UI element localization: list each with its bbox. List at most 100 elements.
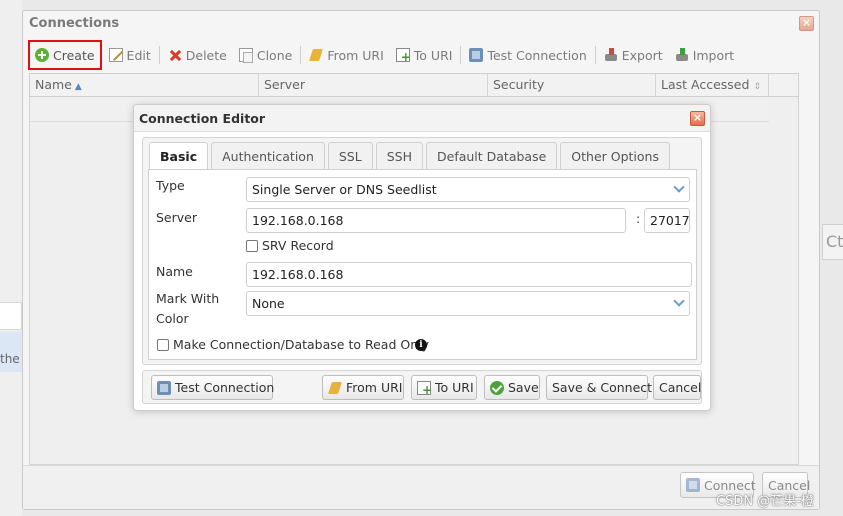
column-header-security[interactable]: Security [488,74,656,96]
editor-to-uri-label: To URI [435,380,474,395]
editor-footer: Test Connection From URI To URI Save Sav… [142,370,702,404]
editor-save-connect-label: Save & Connect [552,380,653,395]
tab-default-database[interactable]: Default Database [426,142,558,170]
connections-toolbar: Create Edit Delete Clone From URI To URI… [28,39,814,71]
editor-test-connection-button[interactable]: Test Connection [151,375,275,400]
editor-cancel-label: Cancel [659,380,702,395]
from-uri-icon [309,48,323,62]
toolbar-separator [594,46,596,64]
tab-ssl[interactable]: SSL [327,142,373,170]
background-left-box [0,302,22,330]
editor-cancel-button[interactable]: Cancel [653,375,701,400]
editor-close-icon[interactable]: × [690,111,705,126]
edit-label: Edit [126,47,151,63]
column-name-label: Name [35,77,72,92]
create-button[interactable]: Create [28,40,102,70]
editor-from-uri-button[interactable]: From URI [322,375,404,400]
sort-ascending-icon: ▲ [74,82,82,92]
srv-record-checkbox[interactable] [246,240,258,252]
toolbar-separator [460,46,462,64]
chevron-down-icon [673,181,685,193]
clone-label: Clone [256,47,293,63]
basic-tab-content: Type Single Server or DNS Seedlist Serve… [148,169,697,360]
type-select[interactable]: Single Server or DNS Seedlist [246,177,690,202]
to-uri-button[interactable]: To URI [391,40,458,70]
from-uri-label: From URI [327,47,384,63]
export-icon [604,48,618,62]
save-check-icon [490,380,504,395]
background-left-text: the [0,352,20,366]
delete-button[interactable]: Delete [163,40,232,70]
test-connection-icon [157,380,171,395]
column-security-label: Security [493,77,545,92]
delete-label: Delete [185,47,227,63]
background-left-panel [0,0,22,516]
to-uri-label: To URI [413,47,453,63]
import-icon [675,48,689,62]
tab-basic[interactable]: Basic [149,142,209,171]
editor-save-button[interactable]: Save [484,375,540,400]
mark-color-label-line2: Color [156,311,189,326]
server-port-input[interactable]: 27017 [644,208,690,233]
server-host-input[interactable]: 192.168.0.168 [246,208,626,233]
column-header-name[interactable]: Name ▲ [30,74,259,96]
name-label: Name [156,264,193,279]
column-last-accessed-label: Last Accessed [661,77,750,92]
delete-icon [168,48,182,62]
editor-test-connection-label: Test Connection [175,380,275,395]
add-icon [35,48,49,62]
editor-save-connect-button[interactable]: Save & Connect [546,375,652,400]
sortable-icon: ⇕ [753,82,761,92]
tab-ssh[interactable]: SSH [375,142,423,170]
mark-color-select-value: None [252,296,285,311]
test-connection-label: Test Connection [487,47,587,63]
import-label: Import [692,47,735,63]
to-uri-icon [417,380,432,396]
connections-window-title: Connections [29,16,120,31]
editor-header: Connection Editor × [134,105,710,132]
toolbar-separator [300,46,302,64]
from-uri-icon [328,381,342,395]
edit-button[interactable]: Edit [104,40,156,70]
watermark: CSDN @芒果-橙 [716,494,814,509]
clone-button[interactable]: Clone [234,40,297,70]
info-icon[interactable]: i [415,339,427,351]
export-label: Export [621,47,663,63]
column-header-last-accessed[interactable]: Last Accessed ⇕ [656,74,769,96]
test-connection-button[interactable]: Test Connection [464,40,591,70]
type-select-value: Single Server or DNS Seedlist [252,182,437,197]
editor-title: Connection Editor [139,111,266,126]
tab-authentication[interactable]: Authentication [211,142,325,170]
name-input[interactable]: 192.168.0.168 [246,262,692,287]
column-header-server[interactable]: Server [259,74,488,96]
editor-to-uri-button[interactable]: To URI [411,375,477,400]
editor-tabs: Basic Authentication SSL SSH Default Dat… [149,142,670,171]
read-only-checkbox[interactable] [157,339,169,351]
mark-color-select[interactable]: None [246,291,690,316]
tab-other-options[interactable]: Other Options [560,142,670,170]
editor-panel: Basic Authentication SSL SSH Default Dat… [142,137,702,365]
create-label: Create [53,47,95,63]
clone-icon [238,48,253,63]
import-button[interactable]: Import [670,40,740,70]
edit-icon [108,48,123,62]
mark-color-label-line1: Mark With [156,291,220,306]
connect-icon [686,478,700,492]
type-label: Type [156,178,185,193]
read-only-label: Make Connection/Database to Read Only [173,337,429,352]
toolbar-separator [158,46,160,64]
connections-grid-header: Name ▲ Server Security Last Accessed ⇕ [29,73,799,97]
connection-editor-dialog: Connection Editor × Basic Authentication… [133,104,711,411]
editor-save-label: Save [508,380,539,395]
from-uri-button[interactable]: From URI [304,40,388,70]
to-uri-icon [395,48,411,63]
export-button[interactable]: Export [599,40,668,70]
column-server-label: Server [264,77,305,92]
server-label: Server [156,210,197,225]
port-separator: : [636,211,641,226]
editor-from-uri-label: From URI [346,380,403,395]
chevron-down-icon [673,295,685,307]
connections-close-icon[interactable]: × [799,16,814,31]
background-right-text: Ct [826,232,843,251]
test-connection-icon [469,48,484,62]
